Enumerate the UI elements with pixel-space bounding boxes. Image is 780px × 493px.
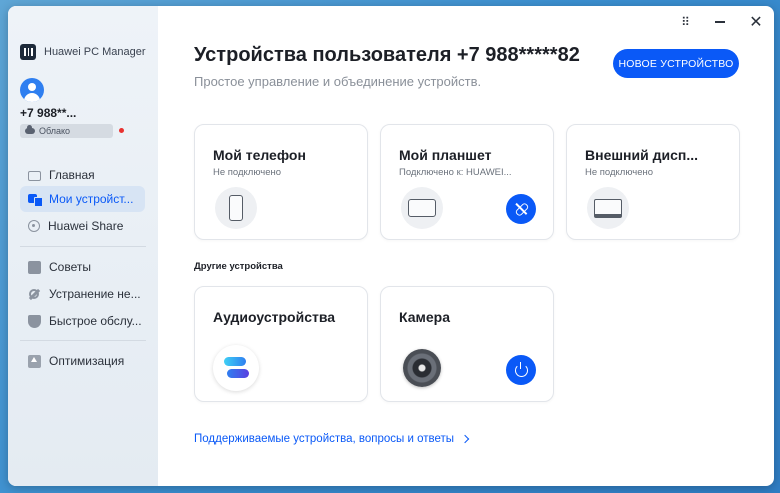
share-icon (28, 220, 40, 232)
sidebar-item-label: Мои устройст... (49, 192, 134, 206)
avatar[interactable] (20, 78, 44, 102)
page-title: Устройства пользователя +7 988*****82 (194, 44, 580, 66)
phone-icon (215, 187, 257, 229)
wrench-icon (28, 288, 41, 301)
sidebar-item-label: Huawei Share (48, 219, 124, 233)
device-card-display[interactable]: Внешний дисп... Не подключено (566, 124, 740, 240)
cloud-label: Облако (39, 126, 71, 136)
power-icon (514, 361, 528, 377)
new-device-button[interactable]: НОВОЕ УСТРОЙСТВО (613, 49, 739, 78)
sidebar-divider (20, 340, 146, 341)
device-card-camera[interactable]: Камера (380, 286, 554, 402)
sidebar-item-home[interactable]: Главная (20, 162, 145, 188)
sidebar-divider (20, 246, 146, 247)
sidebar-item-optimize[interactable]: Оптимизация (20, 348, 145, 374)
shield-icon (28, 314, 41, 328)
device-card-status: Подключено к: HUAWEI... (399, 167, 512, 178)
sidebar-item-my-devices[interactable]: Мои устройст... (20, 186, 145, 212)
device-card-title: Камера (399, 309, 450, 325)
device-card-status: Не подключено (585, 167, 654, 178)
device-card-phone[interactable]: Мой телефон Не подключено (194, 124, 368, 240)
cloud-badge[interactable]: Облако (20, 124, 113, 138)
sidebar-item-label: Оптимизация (49, 354, 125, 368)
account-phone: +7 988**... (20, 106, 77, 120)
supported-devices-link[interactable]: Поддерживаемые устройства, вопросы и отв… (194, 433, 470, 445)
page-subtitle: Простое управление и объединение устройс… (194, 74, 482, 89)
pin-window-button[interactable]: ⠿ (673, 10, 697, 34)
tips-icon (28, 260, 41, 274)
camera-power-button[interactable] (506, 355, 536, 385)
sidebar-item-quick-service[interactable]: Быстрое обслу... (20, 308, 145, 334)
audio-app-icon (213, 345, 259, 391)
other-devices-heading: Другие устройства (194, 261, 283, 272)
app-name: Huawei PC Manager (44, 46, 146, 58)
device-card-status: Не подключено (213, 167, 282, 178)
optimize-icon (28, 354, 41, 368)
minimize-icon (715, 21, 725, 23)
chevron-right-icon (460, 434, 470, 444)
sidebar-item-troubleshoot[interactable]: Устранение не... (20, 281, 145, 307)
sidebar-item-huawei-share[interactable]: Huawei Share (20, 213, 145, 239)
device-card-title: Мой планшет (399, 147, 492, 163)
disconnect-button[interactable] (506, 194, 536, 224)
device-card-title: Аудиоустройства (213, 309, 336, 325)
cloud-icon (25, 125, 35, 134)
sidebar: Huawei PC Manager +7 988**... Облако Гла… (8, 6, 158, 486)
tablet-icon (401, 187, 443, 229)
sidebar-item-tips[interactable]: Советы (20, 254, 145, 280)
monitor-icon (587, 187, 629, 229)
minimize-button[interactable] (708, 10, 732, 34)
app-window: Huawei PC Manager +7 988**... Облако Гла… (8, 6, 774, 486)
sidebar-item-label: Быстрое обслу... (49, 314, 142, 328)
sidebar-item-label: Устранение не... (49, 287, 141, 301)
sidebar-item-label: Главная (49, 168, 95, 182)
device-card-title: Мой телефон (213, 147, 306, 163)
device-card-tablet[interactable]: Мой планшет Подключено к: HUAWEI... (380, 124, 554, 240)
camera-icon (403, 349, 441, 387)
home-icon (28, 171, 41, 181)
unlink-icon (514, 202, 528, 216)
supported-devices-link-label: Поддерживаемые устройства, вопросы и отв… (194, 433, 455, 445)
device-card-audio[interactable]: Аудиоустройства (194, 286, 368, 402)
sidebar-item-label: Советы (49, 260, 91, 274)
huawei-logo-icon (20, 44, 36, 60)
close-button[interactable]: ✕ (744, 10, 768, 34)
devices-icon (28, 193, 43, 207)
device-card-title: Внешний дисп... (585, 147, 698, 163)
notification-dot (119, 128, 124, 133)
app-brand: Huawei PC Manager (20, 44, 146, 60)
